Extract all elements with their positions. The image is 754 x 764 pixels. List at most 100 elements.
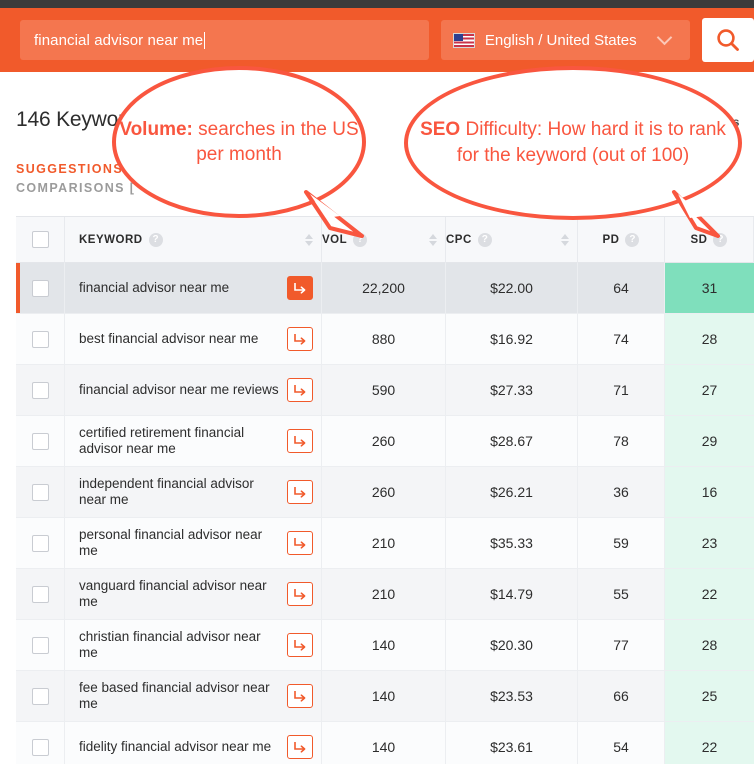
- pd-cell: 55: [578, 569, 665, 619]
- row-select-cell[interactable]: [16, 518, 65, 568]
- row-select-cell[interactable]: [16, 263, 65, 313]
- cpc-cell: $14.79: [446, 569, 578, 619]
- row-select-cell[interactable]: [16, 722, 65, 764]
- pd-cell: 36: [578, 467, 665, 517]
- table-row[interactable]: fidelity financial advisor near me 140 $23…: [16, 722, 754, 764]
- column-label-cpc: CPC: [446, 233, 472, 246]
- callout-sd-tail: [668, 188, 748, 244]
- keyword-text: financial advisor near me reviews: [79, 382, 279, 397]
- row-select-cell[interactable]: [16, 671, 65, 721]
- return-arrow-icon[interactable]: [287, 633, 313, 657]
- pd-cell: 71: [578, 365, 665, 415]
- search-input-value: financial advisor near me: [34, 31, 204, 49]
- select-all-checkbox[interactable]: [31, 231, 49, 248]
- return-arrow-icon[interactable]: [287, 378, 313, 402]
- keyword-research-app: financial advisor near me English / Unit…: [0, 0, 754, 764]
- row-checkbox[interactable]: [31, 330, 49, 348]
- cpc-cell: $35.33: [446, 518, 578, 568]
- language-label: English / United States: [484, 31, 637, 49]
- keyword-cell: fee based financial advisor near me: [65, 671, 322, 721]
- search-button[interactable]: [702, 18, 754, 62]
- search-input[interactable]: financial advisor near me: [20, 20, 429, 60]
- pd-cell: 66: [578, 671, 665, 721]
- pd-cell: 74: [578, 314, 665, 364]
- keyword-cell: fidelity financial advisor near me: [65, 722, 322, 764]
- row-checkbox[interactable]: [31, 279, 49, 297]
- tab-comparisons[interactable]: COMPARISONS [: [16, 181, 135, 195]
- row-select-cell[interactable]: [16, 620, 65, 670]
- keyword-text: fee based financial advisor near me: [79, 680, 270, 711]
- row-select-cell[interactable]: [16, 569, 65, 619]
- return-arrow-icon[interactable]: [287, 327, 313, 351]
- row-select-cell[interactable]: [16, 314, 65, 364]
- column-header-cpc[interactable]: CPC ?: [446, 216, 578, 263]
- help-icon-cpc[interactable]: ?: [477, 232, 492, 247]
- keyword-text: vanguard financial advisor near me: [79, 578, 267, 609]
- keyword-cell: certified retirement financial advisor n…: [65, 416, 322, 466]
- row-checkbox[interactable]: [31, 687, 49, 705]
- vol-cell: 210: [322, 569, 446, 619]
- table-row[interactable]: independent financial advisor near me 260…: [16, 467, 754, 518]
- cpc-cell: $28.67: [446, 416, 578, 466]
- table-row[interactable]: financial advisor near me 22,200 $22.00 64 3…: [16, 263, 754, 314]
- sd-cell: 27: [665, 365, 754, 415]
- keyword-cell: christian financial advisor near me: [65, 620, 322, 670]
- row-select-cell[interactable]: [16, 365, 65, 415]
- column-label-keyword: KEYWORD: [79, 233, 143, 246]
- cpc-cell: $22.00: [446, 263, 578, 313]
- row-select-cell[interactable]: [16, 416, 65, 466]
- callout-sd-text: SEO Difficulty: How hard it is to rank f…: [408, 117, 738, 169]
- sd-cell: 29: [665, 416, 754, 466]
- column-header-keyword[interactable]: KEYWORD ?: [65, 216, 322, 263]
- row-checkbox[interactable]: [31, 381, 49, 399]
- row-checkbox[interactable]: [31, 432, 49, 450]
- vol-cell: 260: [322, 416, 446, 466]
- cpc-cell: $23.53: [446, 671, 578, 721]
- return-arrow-icon[interactable]: [287, 582, 313, 606]
- return-arrow-icon[interactable]: [287, 429, 313, 453]
- sd-cell: 22: [665, 722, 754, 764]
- return-arrow-icon[interactable]: [287, 735, 313, 759]
- table-row[interactable]: certified retirement financial advisor n…: [16, 416, 754, 467]
- keyword-text: certified retirement financial advisor n…: [79, 425, 245, 456]
- table-body: financial advisor near me 22,200 $22.00 64 3…: [16, 263, 754, 764]
- keyword-text: personal financial advisor near me: [79, 527, 263, 558]
- callout-sd-rest: Difficulty: How hard it is to rank for t…: [456, 119, 726, 166]
- row-checkbox[interactable]: [31, 585, 49, 603]
- row-checkbox[interactable]: [31, 738, 49, 756]
- language-selector[interactable]: English / United States: [440, 20, 691, 60]
- row-checkbox[interactable]: [31, 534, 49, 552]
- vol-cell: 210: [322, 518, 446, 568]
- pd-cell: 77: [578, 620, 665, 670]
- table-row[interactable]: vanguard financial advisor near me 210 $14…: [16, 569, 754, 620]
- pd-cell: 54: [578, 722, 665, 764]
- callout-volume-text: Volume: searches in the US per month: [116, 117, 362, 167]
- table-row[interactable]: best financial advisor near me 880 $16.92 7…: [16, 314, 754, 365]
- sort-toggle-vol[interactable]: [429, 233, 437, 246]
- select-all-cell[interactable]: [16, 216, 65, 263]
- help-icon-keyword[interactable]: ?: [148, 232, 163, 247]
- text-caret: [204, 31, 206, 49]
- keyword-cell: best financial advisor near me: [65, 314, 322, 364]
- table-row[interactable]: fee based financial advisor near me 140 $2…: [16, 671, 754, 722]
- help-icon-pd[interactable]: ?: [625, 232, 640, 247]
- return-arrow-icon[interactable]: [287, 531, 313, 555]
- row-select-cell[interactable]: [16, 467, 65, 517]
- sd-cell: 23: [665, 518, 754, 568]
- sd-cell: 25: [665, 671, 754, 721]
- vol-cell: 140: [322, 671, 446, 721]
- return-arrow-icon[interactable]: [287, 684, 313, 708]
- sort-toggle-cpc[interactable]: [561, 233, 569, 246]
- row-checkbox[interactable]: [31, 483, 49, 501]
- table-row[interactable]: christian financial advisor near me 140 $2…: [16, 620, 754, 671]
- return-arrow-icon[interactable]: [287, 276, 313, 300]
- table-row[interactable]: personal financial advisor near me 210 $35…: [16, 518, 754, 569]
- table-row[interactable]: financial advisor near me reviews 590 $27.…: [16, 365, 754, 416]
- pd-cell: 59: [578, 518, 665, 568]
- vol-cell: 590: [322, 365, 446, 415]
- column-header-pd[interactable]: PD ?: [578, 216, 665, 263]
- row-checkbox[interactable]: [31, 636, 49, 654]
- keyword-cell: financial advisor near me reviews: [65, 365, 322, 415]
- tab-suggestions[interactable]: SUGGESTIONS: [16, 162, 123, 176]
- return-arrow-icon[interactable]: [287, 480, 313, 504]
